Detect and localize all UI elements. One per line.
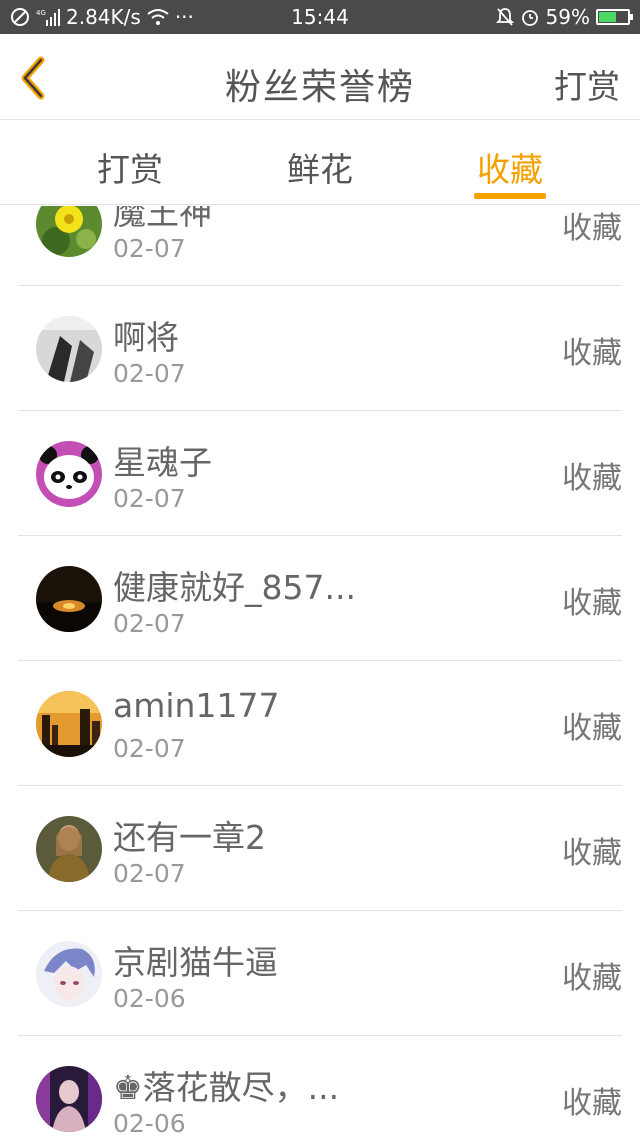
status-right: 59% (495, 5, 633, 29)
item-date: 02-07 (113, 734, 186, 763)
list-item[interactable]: ♚落花散尽，... 02-06 收藏 (18, 1036, 622, 1138)
battery-percent: 59% (545, 5, 590, 29)
page-title: 粉丝荣誉榜 (224, 67, 415, 108)
item-date: 02-07 (113, 484, 186, 513)
signal-icon: 4G (36, 9, 60, 26)
user-name: 啊将 (113, 318, 179, 357)
item-action: 收藏 (562, 586, 622, 621)
item-date: 02-06 (113, 1109, 186, 1138)
mute-bell-icon (495, 8, 514, 26)
item-action: 收藏 (562, 836, 622, 871)
item-action: 收藏 (562, 961, 622, 996)
user-name: 京剧猫牛逼 (113, 943, 278, 982)
list-item[interactable]: amin1177 02-07 收藏 (18, 661, 622, 786)
avatar[interactable] (36, 941, 102, 1007)
avatar[interactable] (36, 441, 102, 507)
user-name: 还有一章2 (113, 818, 266, 857)
network-speed: 2.84K/s (66, 5, 141, 29)
battery-fill (599, 12, 616, 22)
avatar[interactable] (36, 816, 102, 882)
item-action: 收藏 (562, 1086, 622, 1121)
item-date: 02-07 (113, 609, 186, 638)
list-item[interactable]: 京剧猫牛逼 02-06 收藏 (18, 911, 622, 1036)
user-name: amin1177 (113, 686, 280, 725)
avatar[interactable] (36, 206, 102, 257)
more-dots: ··· (174, 5, 194, 29)
user-name: 健康就好_857... (113, 568, 356, 607)
user-name: ♚落花散尽，... (113, 1068, 340, 1107)
svg-text:4G: 4G (36, 9, 46, 17)
fan-list[interactable]: 魔王神 02-07 收藏 啊将 02-07 收藏 星魂子 02-07 收藏 健康… (0, 206, 640, 1138)
avatar[interactable] (36, 1066, 102, 1132)
avatar[interactable] (36, 691, 102, 757)
item-action: 收藏 (562, 461, 622, 496)
list-item[interactable]: 啊将 02-07 收藏 (18, 286, 622, 411)
tab-reward[interactable]: 打赏 (70, 143, 190, 191)
item-date: 02-07 (113, 234, 186, 263)
reward-button[interactable]: 打赏 (554, 60, 620, 108)
item-action: 收藏 (562, 211, 622, 246)
no-disturb-icon (11, 8, 29, 26)
alarm-icon (521, 10, 538, 26)
battery-icon (596, 9, 633, 25)
item-action: 收藏 (562, 711, 622, 746)
wifi-icon (147, 9, 169, 25)
list-item[interactable]: 健康就好_857... 02-07 收藏 (18, 536, 622, 661)
item-date: 02-06 (113, 984, 186, 1013)
list-item[interactable]: 魔王神 02-07 收藏 (18, 206, 622, 286)
active-tab-indicator (474, 193, 546, 199)
avatar[interactable] (36, 316, 102, 382)
tab-favorites[interactable]: 收藏 (450, 143, 570, 191)
tab-bar: 打赏 鲜花 收藏 (0, 121, 640, 205)
item-action: 收藏 (562, 336, 622, 371)
item-date: 02-07 (113, 859, 186, 888)
user-name: 魔王神 (113, 206, 212, 232)
item-date: 02-07 (113, 359, 186, 388)
status-left: 4G 2.84K/s ··· (10, 5, 194, 29)
list-item[interactable]: 星魂子 02-07 收藏 (18, 411, 622, 536)
header: 粉丝荣誉榜 打赏 (0, 34, 640, 120)
list-item[interactable]: 还有一章2 02-07 收藏 (18, 786, 622, 911)
status-bar: 4G 2.84K/s ··· 15:44 59% (0, 0, 640, 34)
fan-list-content: 魔王神 02-07 收藏 啊将 02-07 收藏 星魂子 02-07 收藏 健康… (0, 206, 640, 1138)
tab-flowers[interactable]: 鲜花 (260, 143, 380, 191)
user-name: 星魂子 (113, 443, 212, 482)
avatar[interactable] (36, 566, 102, 632)
